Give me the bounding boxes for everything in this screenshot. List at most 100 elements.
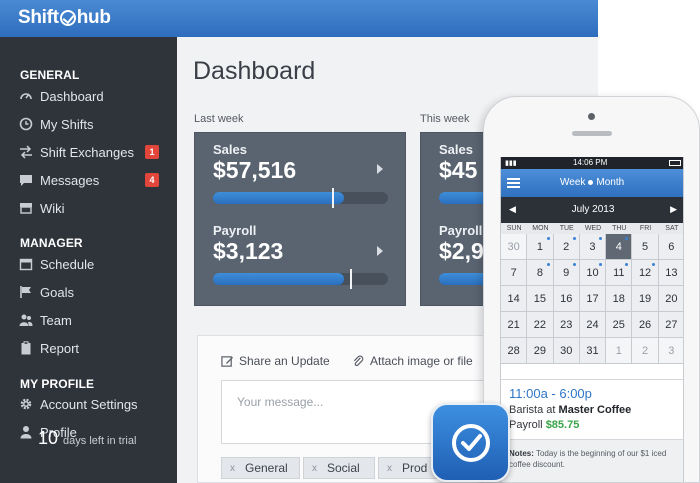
notes-label: Notes: — [509, 449, 534, 458]
sidebar-item-account-settings[interactable]: Account Settings — [18, 393, 168, 415]
sidebar-item-label: Team — [40, 312, 72, 328]
calendar-day[interactable]: 25 — [606, 312, 633, 338]
sidebar-item-label: Schedule — [40, 256, 95, 272]
sidebar-item-team[interactable]: Team — [18, 309, 168, 331]
speaker-grille — [572, 131, 612, 136]
shift-pay-value: $85.75 — [545, 419, 580, 431]
arrow-right-icon[interactable] — [377, 164, 383, 174]
payroll-target-marker — [349, 269, 352, 289]
calendar-day[interactable]: 5 — [632, 234, 659, 260]
menu-icon[interactable] — [507, 178, 520, 188]
event-dot — [572, 237, 576, 240]
calendar-day[interactable]: 3 — [579, 234, 607, 260]
stats-card-last-week[interactable]: Sales $57,516 Payroll $3,123 — [194, 132, 406, 306]
sidebar-item-label: Messages — [40, 172, 100, 188]
tag-social[interactable]: x Social — [303, 457, 375, 479]
calendar-day[interactable]: 14 — [501, 286, 528, 312]
shift-pay-label: Payroll — [509, 419, 543, 431]
weekday-label: WED — [584, 225, 602, 232]
calendar-day[interactable]: 2 — [632, 338, 659, 364]
calendar-day[interactable]: 31 — [579, 338, 607, 364]
team-icon — [18, 313, 34, 327]
calendar-day[interactable]: 21 — [501, 312, 528, 338]
segment-week[interactable]: Week — [560, 177, 585, 188]
month-header: ◀ July 2013 ▶ — [501, 197, 683, 223]
calendar-day[interactable]: 18 — [606, 286, 633, 312]
flag-icon — [18, 285, 34, 299]
tag-general[interactable]: x General — [221, 457, 300, 479]
tag-label: Social — [327, 461, 360, 475]
paperclip-icon — [353, 355, 364, 366]
event-dot — [599, 237, 603, 240]
calendar-day[interactable]: 6 — [658, 234, 683, 260]
sidebar-item-label: Account Settings — [40, 396, 138, 412]
calendar-day[interactable]: 26 — [632, 312, 659, 338]
calendar-day[interactable]: 29 — [527, 338, 554, 364]
remove-tag-icon[interactable]: x — [387, 463, 392, 474]
sidebar-item-goals[interactable]: Goals — [18, 281, 168, 303]
calendar-day[interactable]: 19 — [632, 286, 659, 312]
calendar-day[interactable]: 27 — [658, 312, 683, 338]
next-month-icon[interactable]: ▶ — [670, 204, 677, 215]
calendar-day[interactable]: 3 — [658, 338, 683, 364]
calendar-day[interactable]: 8 — [527, 260, 554, 286]
weekday-label: MON — [532, 225, 549, 232]
calendar-day[interactable]: 12 — [632, 260, 659, 286]
sidebar-item-report[interactable]: Report — [18, 337, 168, 359]
attach-file-tab[interactable]: Attach image or file — [352, 354, 473, 368]
sidebar-item-my-shifts[interactable]: My Shifts — [18, 113, 168, 135]
payroll-value: $3,123 — [213, 238, 284, 264]
view-switch[interactable]: Week Month — [560, 177, 624, 188]
remove-tag-icon[interactable]: x — [230, 463, 235, 474]
event-dot — [599, 263, 603, 266]
arrow-right-icon[interactable] — [377, 246, 383, 256]
calendar-day[interactable]: 20 — [658, 286, 683, 312]
calendar-day[interactable]: 7 — [501, 260, 528, 286]
app-icon[interactable] — [431, 403, 510, 482]
status-bar: ▮▮▮ 14:06 PM — [501, 157, 683, 169]
screenshot: Shift hub GENERAL Dashboard My Shifts Sh… — [0, 0, 700, 483]
calendar-day[interactable]: 30 — [553, 338, 580, 364]
sidebar-item-schedule[interactable]: Schedule — [18, 253, 168, 275]
segment-month[interactable]: Month — [596, 177, 624, 188]
calendar-day[interactable]: 1 — [606, 338, 633, 364]
gear-icon — [18, 397, 34, 411]
calendar-day[interactable]: 15 — [527, 286, 554, 312]
calendar-day[interactable]: 17 — [579, 286, 607, 312]
sidebar-item-dashboard[interactable]: Dashboard — [18, 85, 168, 107]
month-title: July 2013 — [571, 204, 615, 215]
share-update-tab[interactable]: Share an Update — [221, 354, 330, 368]
calendar-day[interactable]: 22 — [527, 312, 554, 338]
calendar-day[interactable]: 11 — [606, 260, 633, 286]
calendar-day[interactable]: 10 — [579, 260, 607, 286]
sidebar-item-shift-exchanges[interactable]: Shift Exchanges 1 — [18, 141, 168, 163]
swap-icon — [18, 145, 34, 159]
sales-label: Sales — [213, 142, 247, 157]
calendar-day[interactable]: 13 — [658, 260, 683, 286]
calendar-day[interactable]: 30 — [501, 234, 528, 260]
logo[interactable]: Shift hub — [18, 7, 111, 29]
period-label-this-week: This week — [420, 113, 470, 125]
calendar-day[interactable]: 1 — [527, 234, 554, 260]
sidebar-item-wiki[interactable]: Wiki — [18, 197, 168, 219]
calendar-day[interactable]: 24 — [579, 312, 607, 338]
trial-days-count: 10 — [38, 428, 59, 448]
calendar-day[interactable]: 16 — [553, 286, 580, 312]
archive-icon — [18, 201, 34, 215]
calendar-day[interactable]: 2 — [553, 234, 580, 260]
calendar-day[interactable]: 23 — [553, 312, 580, 338]
shift-card[interactable]: 11:00a - 6:00p Barista at Master Coffee … — [501, 379, 683, 439]
sidebar-heading-manager: MANAGER — [20, 236, 83, 250]
calendar-day[interactable]: 28 — [501, 338, 528, 364]
trial-text: days left in trial — [63, 435, 137, 447]
weekday-label: TUE — [559, 225, 574, 232]
calendar-day[interactable]: 9 — [553, 260, 580, 286]
logo-text-left: Shift — [18, 7, 59, 28]
top-bar: Shift hub — [0, 0, 598, 37]
sidebar-item-messages[interactable]: Messages 4 — [18, 169, 168, 191]
edit-icon — [221, 355, 234, 367]
remove-tag-icon[interactable]: x — [312, 463, 317, 474]
calendar-day[interactable]: 4 — [606, 234, 633, 260]
count-badge: 4 — [145, 173, 159, 187]
sales-progress-bar — [213, 188, 388, 208]
